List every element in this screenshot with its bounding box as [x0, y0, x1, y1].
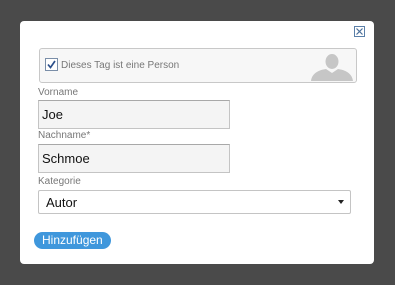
add-tag-dialog: Dieses Tag ist eine Person Vorname Nachn… [20, 21, 374, 264]
person-silhouette-icon [311, 54, 353, 81]
person-checkbox[interactable] [45, 58, 58, 71]
last-name-label: Nachname* [38, 130, 91, 141]
last-name-input[interactable] [38, 144, 230, 173]
add-button[interactable]: Hinzufügen [34, 232, 111, 249]
person-checkbox-label[interactable]: Dieses Tag ist eine Person [61, 60, 179, 72]
first-name-label: Vorname [38, 87, 79, 98]
category-label: Kategorie [38, 176, 81, 187]
checkmark-icon [47, 60, 56, 69]
close-x-icon [356, 28, 363, 35]
person-toggle-box: Dieses Tag ist eine Person [39, 48, 357, 83]
dropdown-arrow-icon [338, 200, 344, 204]
category-selected-value: Autor [46, 195, 78, 210]
close-button[interactable] [354, 26, 365, 37]
first-name-input[interactable] [38, 100, 230, 129]
category-select[interactable]: Autor [38, 190, 351, 214]
